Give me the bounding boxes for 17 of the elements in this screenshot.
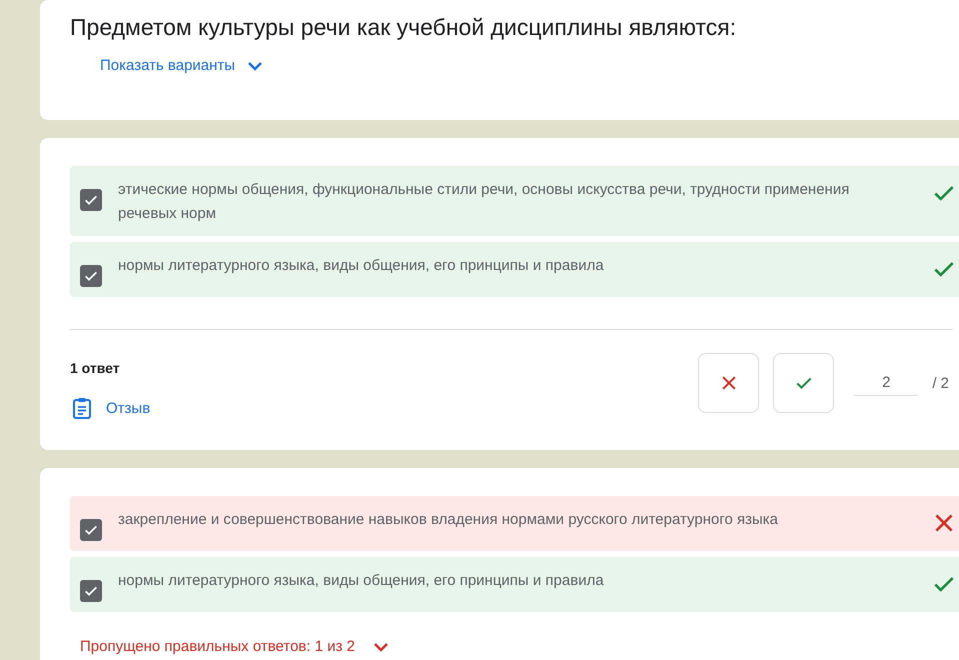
feedback-button[interactable]: Отзыв (70, 396, 150, 420)
option-text: закрепление и совершенствование навыков владения нормами русского литературного языка (118, 510, 779, 530)
checkbox[interactable] (80, 265, 102, 287)
max-score: / 2 (932, 374, 949, 392)
question-title: Предметом культуры речи как учебной дисциплины являются: (70, 14, 738, 41)
option-text: нормы литературного языка, виды общения, его принципы и правила (118, 256, 605, 276)
chevron-down-icon (247, 60, 264, 70)
clipboard-icon (70, 396, 94, 420)
missed-answers-toggle[interactable]: Пропущено правильных ответов: 1 из 2 (80, 638, 390, 655)
option-text: нормы литературного языка, виды общения, его принципы и правила (118, 571, 605, 591)
show-options-button[interactable]: Показать варианты (100, 57, 264, 74)
checkbox[interactable] (80, 189, 102, 211)
checkbox[interactable] (80, 519, 102, 541)
chevron-down-icon (373, 642, 390, 652)
checkbox[interactable] (80, 580, 102, 602)
response-count: 1 ответ (70, 360, 121, 376)
option-text: этические нормы общения, функциональные стили речи, основы искусства речи, трудности применения речевых норм (118, 180, 850, 224)
